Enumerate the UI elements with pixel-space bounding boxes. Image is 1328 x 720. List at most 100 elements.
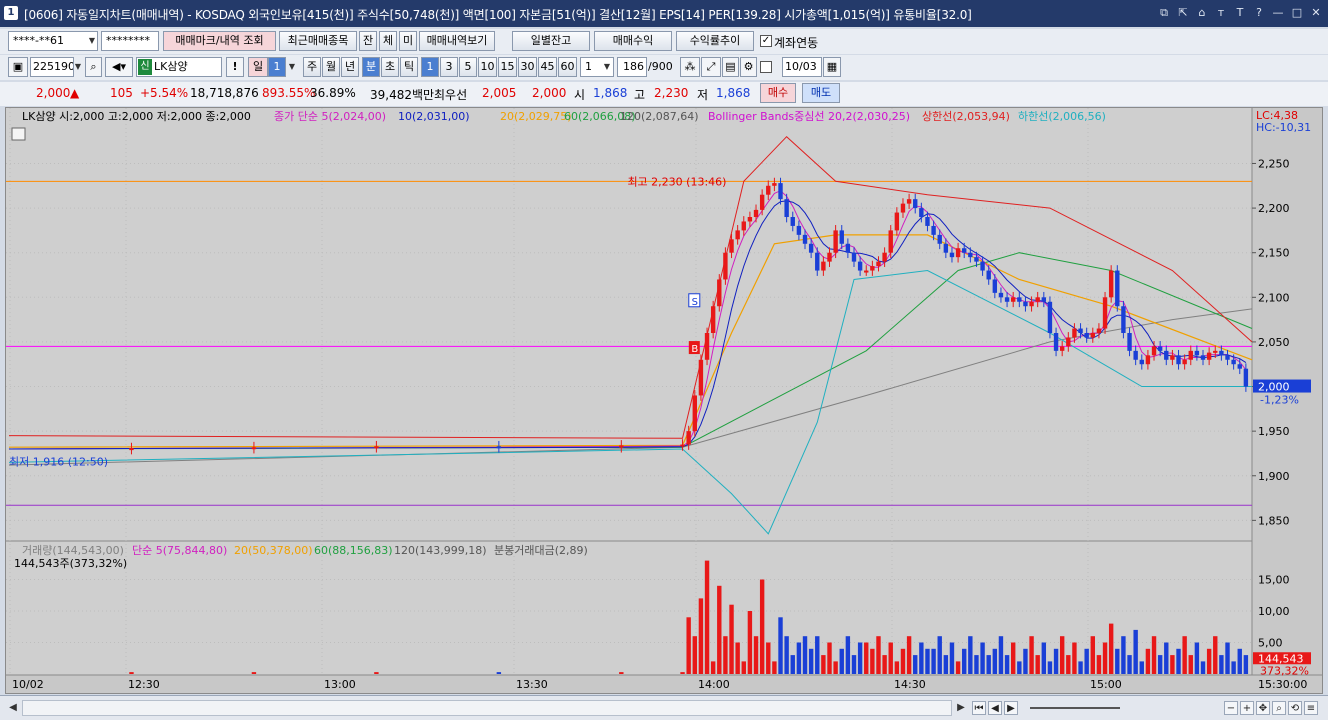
candle-body [1066,337,1071,347]
menu-icon[interactable]: ≡ [1304,701,1318,715]
daily-balance-button[interactable]: 일별잔고 [512,31,590,51]
restore-window-icon[interactable]: ⧉ [1156,5,1172,21]
help-icon[interactable]: ? [1251,5,1267,21]
zoom-out-icon[interactable]: − [1224,701,1238,715]
price-volume-chart[interactable]: 2,250 2,200 2,150 2,100 2,050 2,000 1,950 1,900… [6,108,1322,693]
sell-button[interactable]: 매도 [802,83,840,103]
volume-bar [906,636,912,674]
draw-tool-icon[interactable]: ⤢ [701,57,721,77]
search-icon[interactable]: ⌕ [85,57,102,77]
period-minute[interactable]: 분 [362,57,380,77]
chevron-down-icon[interactable]: ▼ [72,58,84,76]
candle-body [1188,350,1193,360]
password-input[interactable]: ******** [101,31,159,51]
candle-body [839,230,844,244]
chevron-down-icon[interactable]: ▼ [86,32,98,50]
alert-icon[interactable]: ! [226,57,244,77]
candle-body [864,270,869,273]
period-tick[interactable]: 틱 [400,57,418,77]
period-day-count[interactable]: 1 [268,57,286,77]
period-second[interactable]: 초 [381,57,399,77]
period-month[interactable]: 월 [322,57,340,77]
next-page-icon[interactable]: ▶ [1004,701,1018,715]
candle-body [772,183,777,186]
home-icon[interactable]: ⌂ [1194,5,1210,21]
account-link-checkbox[interactable]: ✓ [760,35,772,47]
zoom-slider[interactable] [1030,707,1120,709]
interval-1[interactable]: 1 [421,57,439,77]
interval-15[interactable]: 15 [498,57,517,77]
account-toolbar: ****-**61 ▼ ******** 매매마크/내역 조회 최근매매종목 잔… [0,29,1328,54]
trade-mark-query-button[interactable]: 매매마크/내역 조회 [163,31,276,51]
scroll-left-icon[interactable]: ◀ [6,700,20,716]
interval-3[interactable]: 3 [440,57,458,77]
account-select[interactable]: ****-**61 [8,31,98,51]
buy-button[interactable]: 매수 [760,83,796,103]
font-larger-icon[interactable]: T [1232,5,1248,21]
executed-tab[interactable]: 체 [379,31,397,51]
gear-icon[interactable]: ⚙ [740,57,757,77]
volume-bar [815,636,820,674]
chevron-down-icon[interactable]: ▼ [601,58,613,76]
balance-tab[interactable]: 잔 [359,31,377,51]
close-icon[interactable]: ✕ [1308,5,1324,21]
period-week[interactable]: 주 [303,57,321,77]
zoom-in-icon[interactable]: + [1240,701,1254,715]
candle-body [1170,355,1175,360]
candle-body [766,185,771,195]
candle-body [1108,270,1114,298]
chart-area[interactable]: 2,250 2,200 2,150 2,100 2,050 2,000 1,950 1,900… [5,107,1323,694]
interval-30[interactable]: 30 [518,57,537,77]
recent-items-button[interactable]: 최근매매종목 [279,31,357,51]
bottom-bar: ◀ ▶ ⏮ ◀ ▶ − + ✥ ⌕ ⟲ ≡ [0,695,1328,720]
scroll-right-icon[interactable]: ▶ [954,700,968,716]
unexecuted-tab[interactable]: 미 [399,31,417,51]
volume-bar [1231,661,1236,674]
candle-body [851,252,857,262]
prev-page-icon[interactable]: ◀ [988,701,1002,715]
save-icon[interactable]: ▤ [722,57,739,77]
speaker-icon[interactable]: ◀▾ [105,57,133,77]
move-icon[interactable]: ✥ [1256,701,1270,715]
date-input[interactable]: 10/03 [782,57,822,77]
horizontal-scrollbar[interactable] [22,700,952,716]
trade-history-button[interactable]: 매매내역보기 [419,31,495,51]
candle-body [1151,346,1157,356]
stock-name-box[interactable]: 신 LK삼양 [136,57,222,77]
link-icon[interactable]: ⇱ [1175,5,1191,21]
stock-code-input[interactable]: 225190 [30,57,74,77]
volume-bar [1127,655,1132,674]
interval-45[interactable]: 45 [538,57,557,77]
search-icon[interactable]: ⌕ [1272,701,1286,715]
interval-60[interactable]: 60 [558,57,577,77]
font-smaller-icon[interactable]: ᴛ [1213,5,1229,21]
date-checkbox[interactable] [760,61,772,73]
candle-body [913,199,918,209]
volume-bar [913,655,918,674]
first-page-icon[interactable]: ⏮ [972,701,986,715]
candle-body [1237,364,1242,369]
candle-body [821,261,826,271]
indicator-icon[interactable]: ⁂ [680,57,700,77]
calendar-icon[interactable]: ▦ [823,57,841,77]
maximize-icon[interactable]: □ [1289,5,1305,21]
candle-body [1182,359,1187,365]
candle-body [1243,368,1249,387]
interval-10[interactable]: 10 [478,57,497,77]
interval-5[interactable]: 5 [459,57,477,77]
volume-bar [772,661,777,674]
period-day[interactable]: 일 [248,57,268,77]
volume-bar [1102,642,1108,674]
volume-bar [717,585,722,674]
minimize-icon[interactable]: — [1270,5,1286,21]
new-stock-badge: 신 [138,59,152,75]
candle-body [815,252,820,271]
layout-icon[interactable]: ▣ [8,57,28,77]
reset-icon[interactable]: ⟲ [1288,701,1302,715]
period-year[interactable]: 년 [341,57,359,77]
candle-body [1157,346,1163,351]
bar-count-input[interactable]: 186 [617,57,647,77]
trade-profit-button[interactable]: 매매수익 [594,31,672,51]
return-trend-button[interactable]: 수익률추이 [676,31,754,51]
chevron-down-icon[interactable]: ▼ [286,58,298,76]
